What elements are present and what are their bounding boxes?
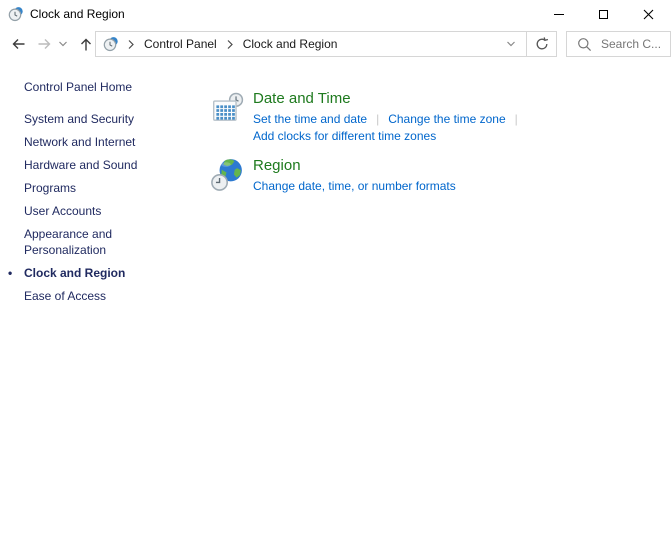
search-box[interactable] xyxy=(566,31,671,57)
window-controls xyxy=(536,0,671,28)
link-separator: | xyxy=(515,112,518,126)
date-and-time-title-link[interactable]: Date and Time xyxy=(253,90,527,107)
navigation-bar: Control Panel Clock and Region xyxy=(0,28,671,60)
task-links-row: Change date, time, or number formats xyxy=(253,178,456,195)
task-links-row: Set the time and date | Change the time zo… xyxy=(253,111,527,128)
refresh-button[interactable] xyxy=(526,32,556,56)
maximize-button[interactable] xyxy=(581,0,626,28)
clock-globe-icon[interactable] xyxy=(8,6,24,22)
clock-globe-icon[interactable] xyxy=(103,36,119,52)
sidebar-item-user-accounts[interactable]: User Accounts xyxy=(24,203,166,219)
change-formats-link[interactable]: Change date, time, or number formats xyxy=(253,179,456,193)
address-bar[interactable]: Control Panel Clock and Region xyxy=(95,31,557,57)
breadcrumb-chevron-icon[interactable] xyxy=(123,39,139,50)
section-body: Date and Time Set the time and date | Chan… xyxy=(253,90,527,145)
up-arrow-icon xyxy=(78,36,94,53)
change-time-zone-link[interactable]: Change the time zone xyxy=(388,112,505,126)
sidebar-item-hardware-and-sound[interactable]: Hardware and Sound xyxy=(24,157,166,173)
task-links-row: Add clocks for different time zones xyxy=(253,128,527,145)
section-region: Region Change date, time, or number form… xyxy=(210,157,527,195)
sidebar-item-network-and-internet[interactable]: Network and Internet xyxy=(24,134,166,150)
control-panel-window: { "window": { "title": "Clock and Region… xyxy=(0,0,671,533)
sidebar-item-programs[interactable]: Programs xyxy=(24,180,166,196)
set-time-and-date-link[interactable]: Set the time and date xyxy=(253,112,367,126)
chevron-down-icon xyxy=(506,40,516,48)
minimize-button[interactable] xyxy=(536,0,581,28)
back-button[interactable] xyxy=(6,32,30,56)
breadcrumb-chevron-icon[interactable] xyxy=(222,39,238,50)
sidebar-item-label: Clock and Region xyxy=(24,266,125,280)
breadcrumb-item-clock-and-region[interactable]: Clock and Region xyxy=(238,37,343,51)
sidebar: Control Panel Home System and Security N… xyxy=(0,60,210,311)
sidebar-item-appearance-and-personalization[interactable]: Appearance and Personalization xyxy=(24,226,166,258)
calendar-clock-icon xyxy=(210,91,244,125)
minimize-icon xyxy=(554,14,564,15)
close-icon xyxy=(643,9,654,20)
add-clocks-link[interactable]: Add clocks for different time zones xyxy=(253,129,436,143)
search-input[interactable] xyxy=(601,37,665,51)
address-dropdown-button[interactable] xyxy=(496,40,526,48)
active-bullet-icon: • xyxy=(8,265,12,281)
link-separator: | xyxy=(376,112,379,126)
sidebar-item-control-panel-home[interactable]: Control Panel Home xyxy=(24,80,174,94)
close-button[interactable] xyxy=(626,0,671,28)
region-title-link[interactable]: Region xyxy=(253,157,456,174)
content-area: Control Panel Home System and Security N… xyxy=(0,60,671,311)
breadcrumb-item-control-panel[interactable]: Control Panel xyxy=(139,37,222,51)
refresh-icon xyxy=(534,36,550,52)
forward-button[interactable] xyxy=(32,32,56,56)
main-panel: Date and Time Set the time and date | Chan… xyxy=(210,60,527,311)
maximize-icon xyxy=(599,10,608,19)
section-body: Region Change date, time, or number form… xyxy=(253,157,456,195)
forward-arrow-icon xyxy=(36,36,53,52)
globe-clock-icon xyxy=(210,158,244,192)
recent-pages-button[interactable] xyxy=(56,32,70,56)
search-icon xyxy=(577,37,592,52)
section-date-and-time: Date and Time Set the time and date | Chan… xyxy=(210,90,527,145)
sidebar-item-clock-and-region[interactable]: •Clock and Region xyxy=(24,265,166,281)
chevron-down-icon xyxy=(58,40,68,48)
sidebar-item-ease-of-access[interactable]: Ease of Access xyxy=(24,288,166,304)
window-title: Clock and Region xyxy=(30,7,536,21)
sidebar-item-system-and-security[interactable]: System and Security xyxy=(24,111,166,127)
back-arrow-icon xyxy=(10,36,27,52)
title-bar: Clock and Region xyxy=(0,0,671,28)
